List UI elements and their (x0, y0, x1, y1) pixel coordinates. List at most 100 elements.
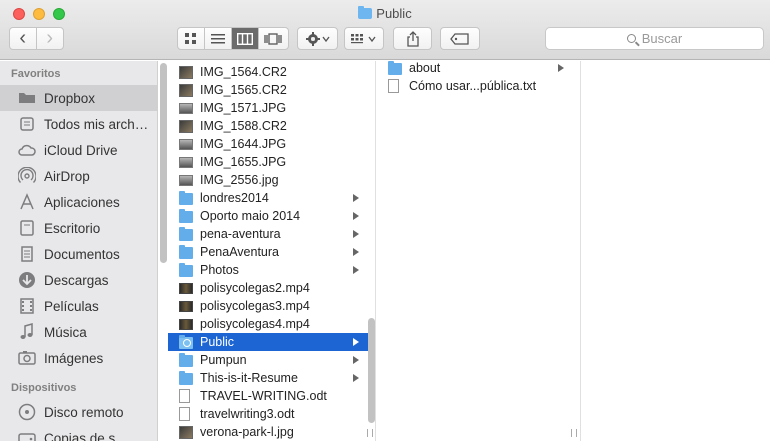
sidebar-item-label: Copias de s… (44, 430, 129, 441)
column-resize-handle[interactable] (367, 429, 373, 437)
file-row[interactable]: IMG_1588.CR2 (168, 117, 375, 135)
document-icon (179, 407, 190, 421)
sidebar-item-label: Todos mis arch… (44, 116, 149, 132)
file-row[interactable]: polisycolegas3.mp4 (168, 297, 375, 315)
disclosure-arrow-icon (353, 230, 359, 238)
folder-row[interactable]: about (377, 61, 580, 77)
image-thumbnail-icon (179, 156, 193, 168)
folder-row[interactable]: Public (168, 333, 375, 351)
column-browser-level-2: about Cómo usar...pública.txt (377, 61, 581, 441)
column-scrollbar[interactable] (368, 318, 375, 423)
sidebar-item-downloads[interactable]: Descargas (0, 267, 157, 293)
file-name: IMG_1588.CR2 (200, 119, 287, 133)
file-name: londres2014 (200, 191, 269, 205)
sidebar-item-applications[interactable]: Aplicaciones (0, 189, 157, 215)
folder-row[interactable]: londres2014 (168, 189, 375, 207)
file-row[interactable]: TRAVEL-WRITING.odt (168, 387, 375, 405)
chevron-right-icon: › (46, 27, 54, 49)
folder-row[interactable]: This-is-it-Resume (168, 369, 375, 387)
folder-icon (179, 335, 193, 349)
disclosure-arrow-icon (353, 194, 359, 202)
sidebar: Favoritos Dropbox Todos mis arch… iCloud D… (0, 61, 158, 441)
file-row[interactable]: IMG_1565.CR2 (168, 81, 375, 99)
folder-icon (179, 227, 193, 241)
list-icon (211, 33, 225, 43)
file-name: IMG_1571.JPG (200, 101, 287, 115)
sidebar-scrollbar[interactable] (160, 63, 167, 263)
file-row[interactable]: IMG_1655.JPG (168, 153, 375, 171)
folder-icon (179, 371, 193, 385)
file-row[interactable]: polisycolegas4.mp4 (168, 315, 375, 333)
sidebar-item-label: Escritorio (44, 220, 101, 236)
sidebar-item-dropbox[interactable]: Dropbox (0, 85, 157, 111)
sidebar-item-all-files[interactable]: Todos mis arch… (0, 111, 157, 137)
sidebar-item-label: Música (44, 324, 87, 340)
cover-flow-button[interactable] (259, 28, 286, 49)
file-row[interactable]: IMG_2556.jpg (168, 171, 375, 189)
folder-icon (179, 191, 193, 205)
file-name: IMG_1565.CR2 (200, 83, 287, 97)
search-field[interactable]: Buscar (545, 27, 764, 50)
sidebar-item-label: Imágenes (44, 350, 104, 366)
disclosure-arrow-icon (353, 338, 359, 346)
file-name: IMG_1655.JPG (200, 155, 287, 169)
file-row[interactable]: verona-park-l.jpg (168, 423, 375, 441)
file-row[interactable]: IMG_1564.CR2 (168, 63, 375, 81)
share-button[interactable] (393, 27, 432, 50)
file-name: Pumpun (200, 353, 247, 367)
forward-button[interactable]: › (37, 28, 63, 49)
column-view-button[interactable] (232, 28, 259, 49)
file-name: about (409, 61, 441, 75)
folder-row[interactable]: pena-aventura (168, 225, 375, 243)
sidebar-item-movies[interactable]: Películas (0, 293, 157, 319)
folder-row[interactable]: Photos (168, 261, 375, 279)
back-button[interactable]: ‹ (10, 28, 37, 49)
sidebar-item-music[interactable]: Música (0, 319, 157, 345)
remote-disc-icon (18, 403, 36, 421)
sidebar-item-desktop[interactable]: Escritorio (0, 215, 157, 241)
image-thumbnail-icon (179, 102, 193, 114)
folder-icon (179, 209, 193, 223)
column-resize-handle[interactable] (571, 429, 577, 437)
folder-row[interactable]: Pumpun (168, 351, 375, 369)
view-mode-control (177, 27, 289, 50)
tag-icon (450, 32, 469, 45)
sidebar-item-backup-disk[interactable]: Copias de s… (0, 425, 157, 441)
tags-button[interactable] (440, 27, 480, 50)
image-thumbnail-icon (179, 425, 193, 439)
file-row[interactable]: IMG_1644.JPG (168, 135, 375, 153)
arrange-menu-button[interactable] (344, 27, 384, 50)
folder-row[interactable]: Oporto maio 2014 (168, 207, 375, 225)
sidebar-item-label: Disco remoto (44, 404, 124, 420)
sidebar-item-label: Películas (44, 298, 99, 314)
file-name: Public (200, 335, 235, 349)
image-thumbnail-icon (179, 138, 193, 150)
icon-view-button[interactable] (178, 28, 205, 49)
file-name: pena-aventura (200, 227, 281, 241)
sidebar-item-label: Descargas (44, 272, 109, 288)
folder-row[interactable]: PenaAventura (168, 243, 375, 261)
sidebar-item-airdrop[interactable]: AirDrop (0, 163, 157, 189)
list-view-button[interactable] (205, 28, 232, 49)
file-row[interactable]: Cómo usar...pública.txt (377, 77, 580, 95)
sidebar-item-remote-disc[interactable]: Disco remoto (0, 399, 157, 425)
image-thumbnail-icon (179, 65, 193, 79)
sidebar-item-documents[interactable]: Documentos (0, 241, 157, 267)
applications-icon (18, 193, 36, 211)
file-row[interactable]: travelwriting3.odt (168, 405, 375, 423)
sidebar-item-pictures[interactable]: Imágenes (0, 345, 157, 371)
folder-icon (179, 353, 193, 367)
document-icon (388, 79, 399, 93)
image-thumbnail-icon (179, 83, 193, 97)
action-menu-button[interactable] (297, 27, 338, 50)
file-name: Cómo usar...pública.txt (409, 79, 537, 93)
disclosure-arrow-icon (558, 64, 564, 72)
file-row[interactable]: IMG_1571.JPG (168, 99, 375, 117)
toolbar: Public ‹ › Buscar (0, 0, 770, 60)
dropbox-icon (18, 89, 36, 107)
sidebar-item-cloud[interactable]: iCloud Drive (0, 137, 157, 163)
nav-buttons: ‹ › (9, 27, 64, 50)
disclosure-arrow-icon (353, 212, 359, 220)
window-title: Public (0, 6, 770, 21)
file-row[interactable]: polisycolegas2.mp4 (168, 279, 375, 297)
